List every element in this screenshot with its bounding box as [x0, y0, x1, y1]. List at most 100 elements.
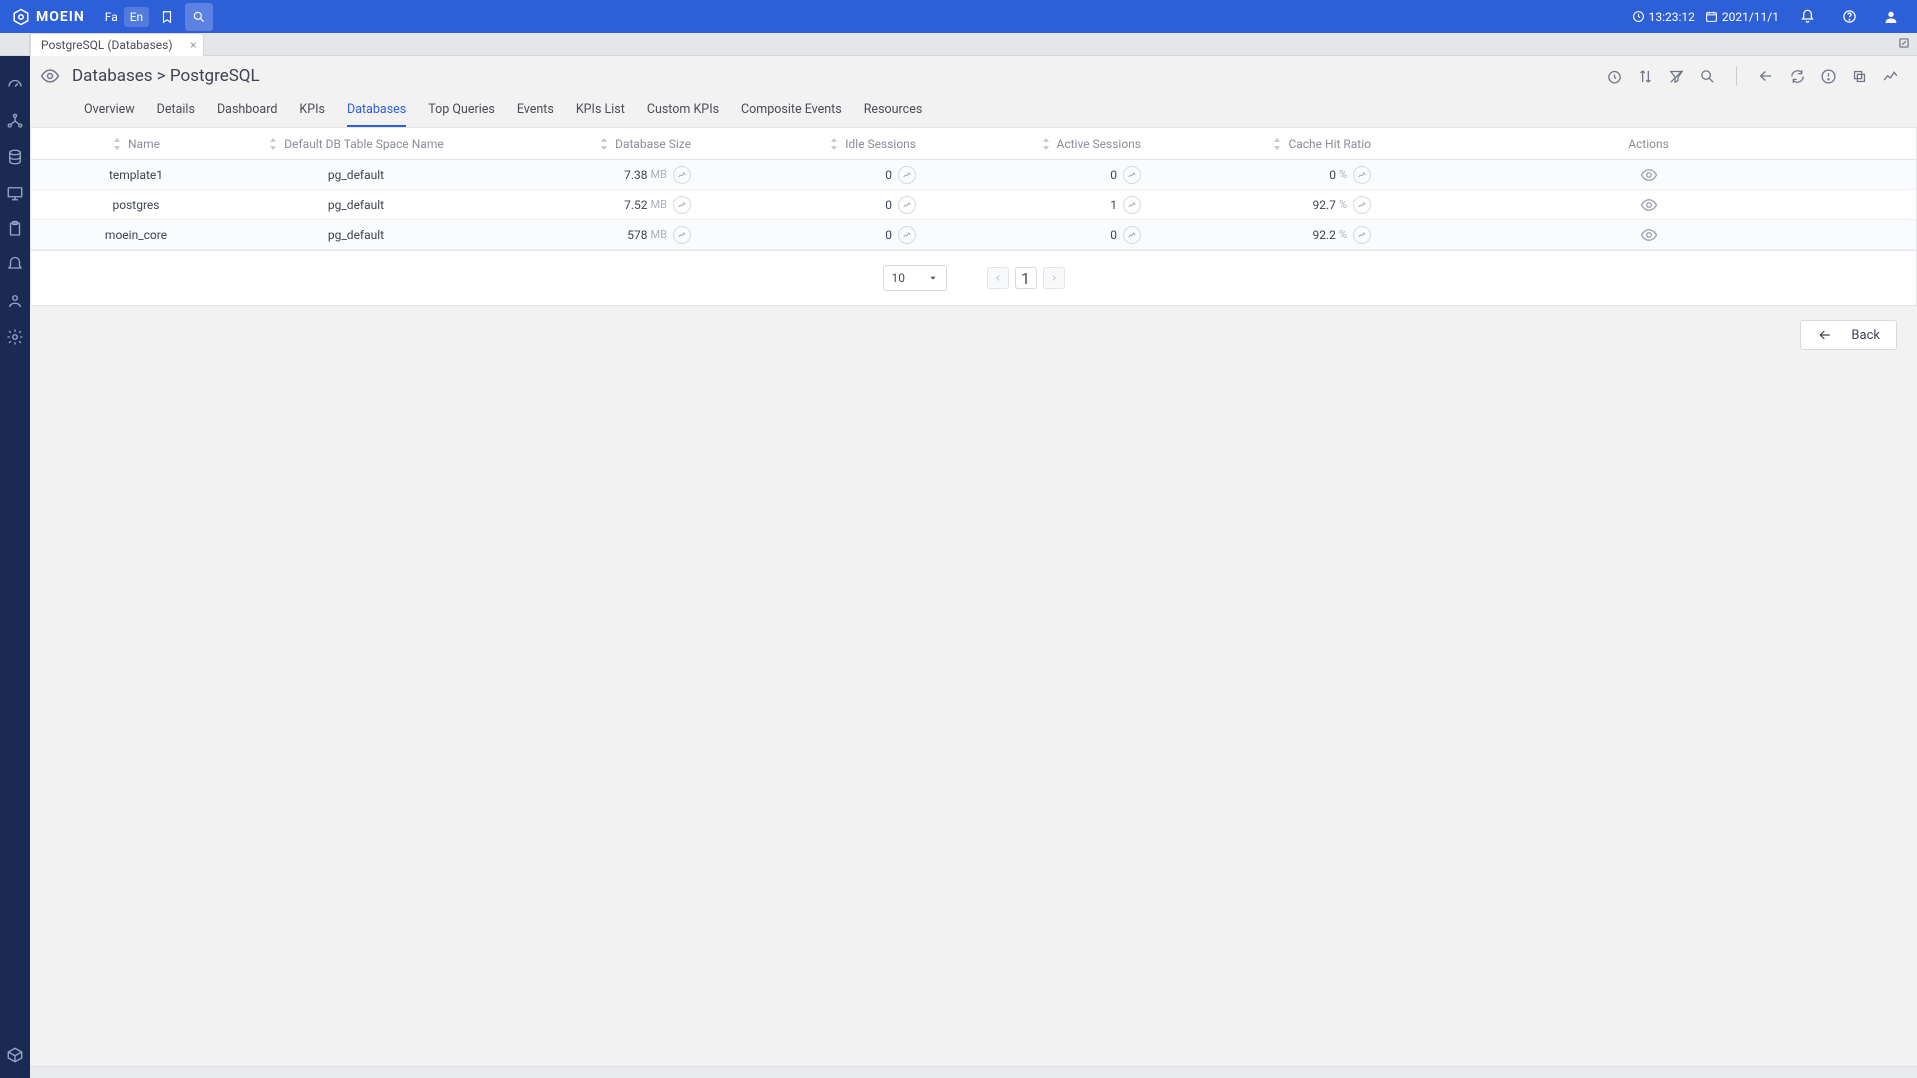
subnav-details[interactable]: Details — [157, 102, 195, 127]
sidebar-clipboard-icon[interactable] — [6, 220, 24, 238]
sort-icon[interactable] — [268, 138, 278, 150]
notifications-button[interactable] — [1793, 3, 1821, 31]
td-tablespace: pg_default — [328, 168, 384, 182]
sidebar-users-icon[interactable] — [6, 292, 24, 310]
th-tablespace: Default DB Table Space Name — [284, 137, 443, 151]
subnav-resources[interactable]: Resources — [864, 102, 923, 127]
td-size-unit: MB — [651, 228, 667, 241]
search-icon[interactable] — [1699, 68, 1716, 85]
view-row-icon[interactable] — [1640, 226, 1658, 244]
bookmark-button[interactable] — [153, 3, 181, 31]
td-size-val: 7.38 — [624, 168, 647, 182]
page-size-select[interactable]: 10 — [883, 265, 947, 291]
sidebar-monitor-icon[interactable] — [6, 184, 24, 202]
subnav-kpis-list[interactable]: KPIs List — [576, 102, 625, 127]
table-row: template1 pg_default 7.38MB 0 0 0% — [31, 160, 1916, 190]
th-actions: Actions — [1628, 137, 1669, 151]
header-time: 13:23:12 — [1632, 10, 1695, 24]
subnav-dashboard[interactable]: Dashboard — [217, 102, 277, 127]
subnav-kpis[interactable]: KPIs — [299, 102, 325, 127]
prev-page-button[interactable] — [987, 267, 1009, 289]
td-idle: 0 — [885, 168, 892, 182]
footer-strip — [30, 1066, 1917, 1078]
pager: 1 — [987, 267, 1065, 289]
chart-mini-icon[interactable] — [898, 196, 916, 214]
brand-logo-icon — [12, 8, 30, 26]
chart-mini-icon[interactable] — [1353, 196, 1371, 214]
back-button[interactable]: Back — [1800, 320, 1897, 350]
th-idle: Idle Sessions — [845, 137, 916, 151]
header-date: 2021/11/1 — [1705, 10, 1779, 24]
chart-mini-icon[interactable] — [1123, 226, 1141, 244]
chart-mini-icon[interactable] — [898, 166, 916, 184]
chart-mini-icon[interactable] — [1123, 166, 1141, 184]
td-name: postgres — [113, 198, 160, 212]
clear-filter-icon[interactable] — [1668, 68, 1685, 85]
view-row-icon[interactable] — [1640, 166, 1658, 184]
timer-icon[interactable] — [1606, 68, 1623, 85]
th-chr: Cache Hit Ratio — [1288, 137, 1371, 151]
pop-out-icon[interactable] — [1851, 68, 1868, 85]
sidebar-alerts-icon[interactable] — [6, 256, 24, 274]
page-number-button[interactable]: 1 — [1015, 267, 1037, 289]
chart-icon[interactable] — [1882, 68, 1899, 85]
back-arrow-icon[interactable] — [1757, 67, 1775, 85]
chart-mini-icon[interactable] — [673, 166, 691, 184]
sort-icon[interactable] — [1637, 68, 1654, 85]
td-chr-unit: % — [1339, 228, 1347, 241]
table-header: Name Default DB Table Space Name Databas… — [31, 128, 1916, 160]
brand-name: MOEIN — [36, 9, 85, 25]
subnav-top-queries[interactable]: Top Queries — [428, 102, 495, 127]
page-actions — [1606, 66, 1899, 86]
left-sidebar — [0, 56, 30, 1078]
help-button[interactable] — [1835, 3, 1863, 31]
back-label: Back — [1851, 328, 1880, 343]
view-row-icon[interactable] — [1640, 196, 1658, 214]
lang-fa-button[interactable]: Fa — [99, 7, 124, 27]
chart-mini-icon[interactable] — [1123, 196, 1141, 214]
sort-icon[interactable] — [1272, 138, 1282, 150]
subnav-custom-kpis[interactable]: Custom KPIs — [647, 102, 719, 127]
databases-table: Name Default DB Table Space Name Databas… — [30, 127, 1917, 251]
next-page-button[interactable] — [1043, 267, 1065, 289]
sort-icon[interactable] — [1041, 138, 1051, 150]
tabstrip-expand-button[interactable] — [1897, 36, 1911, 50]
breadcrumb: Databases > PostgreSQL — [72, 66, 260, 86]
subnav-databases[interactable]: Databases — [347, 102, 406, 127]
sidebar-cube-icon[interactable] — [6, 1046, 24, 1064]
tab-close-icon[interactable]: × — [190, 38, 196, 52]
language-switcher: Fa En — [99, 7, 149, 27]
sort-icon[interactable] — [112, 138, 122, 150]
td-tablespace: pg_default — [328, 228, 384, 242]
td-idle: 0 — [885, 228, 892, 242]
sort-icon[interactable] — [599, 138, 609, 150]
tabstrip-gutter — [0, 33, 30, 55]
chevron-down-icon — [928, 273, 938, 283]
sidebar-database-icon[interactable] — [6, 148, 24, 166]
subnav-composite-events[interactable]: Composite Events — [741, 102, 842, 127]
header-date-text: 2021/11/1 — [1722, 10, 1779, 24]
sort-icon[interactable] — [829, 138, 839, 150]
view-icon — [40, 66, 60, 86]
chart-mini-icon[interactable] — [673, 196, 691, 214]
search-button[interactable] — [185, 3, 213, 31]
td-chr-val: 0 — [1329, 168, 1336, 182]
subnav-overview[interactable]: Overview — [84, 102, 135, 127]
tab-postgresql-databases[interactable]: PostgreSQL (Databases) × — [30, 33, 204, 56]
pagination-row: 10 1 — [30, 251, 1917, 306]
alert-icon[interactable] — [1820, 68, 1837, 85]
chart-mini-icon[interactable] — [898, 226, 916, 244]
sidebar-settings-icon[interactable] — [6, 328, 24, 346]
chart-mini-icon[interactable] — [673, 226, 691, 244]
td-chr-unit: % — [1339, 168, 1347, 181]
chart-mini-icon[interactable] — [1353, 166, 1371, 184]
th-active: Active Sessions — [1057, 137, 1142, 151]
chart-mini-icon[interactable] — [1353, 226, 1371, 244]
sidebar-topology-icon[interactable] — [6, 112, 24, 130]
user-button[interactable] — [1877, 3, 1905, 31]
td-active: 0 — [1110, 168, 1117, 182]
lang-en-button[interactable]: En — [124, 7, 149, 27]
subnav-events[interactable]: Events — [517, 102, 554, 127]
sidebar-gauge-icon[interactable] — [6, 76, 24, 94]
refresh-icon[interactable] — [1789, 68, 1806, 85]
